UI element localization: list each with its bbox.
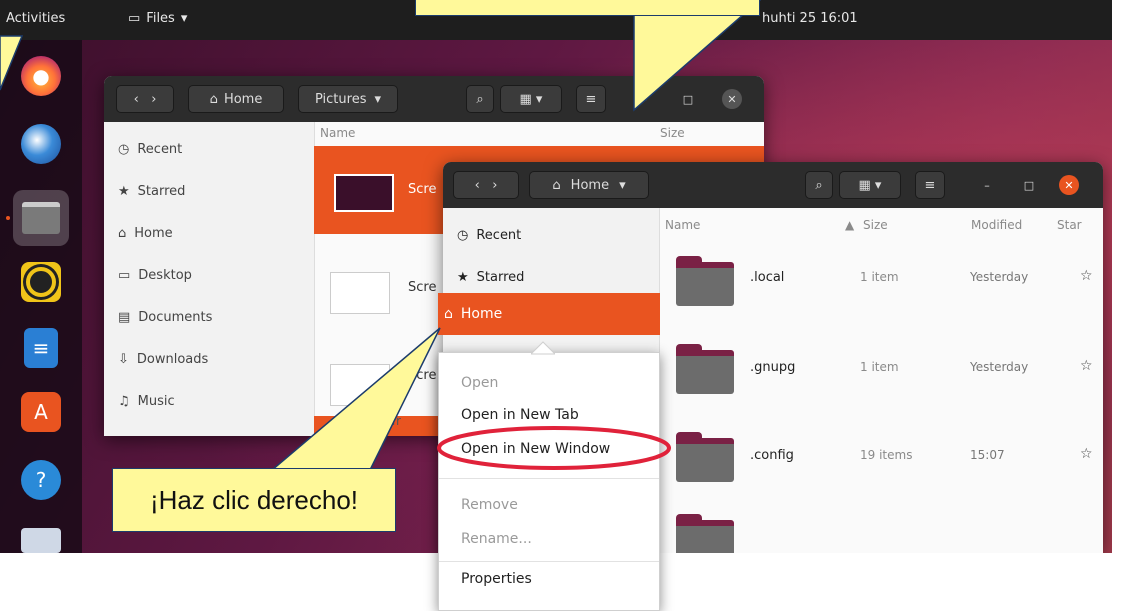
callout-pointer-top: [633, 0, 762, 112]
callout-bubble-top: [415, 0, 760, 16]
callout-pointer-right-click: [269, 327, 441, 471]
callout-bubble-right-click: ¡Haz clic derecho!: [112, 468, 396, 532]
callout-pointer-left: [0, 35, 24, 91]
